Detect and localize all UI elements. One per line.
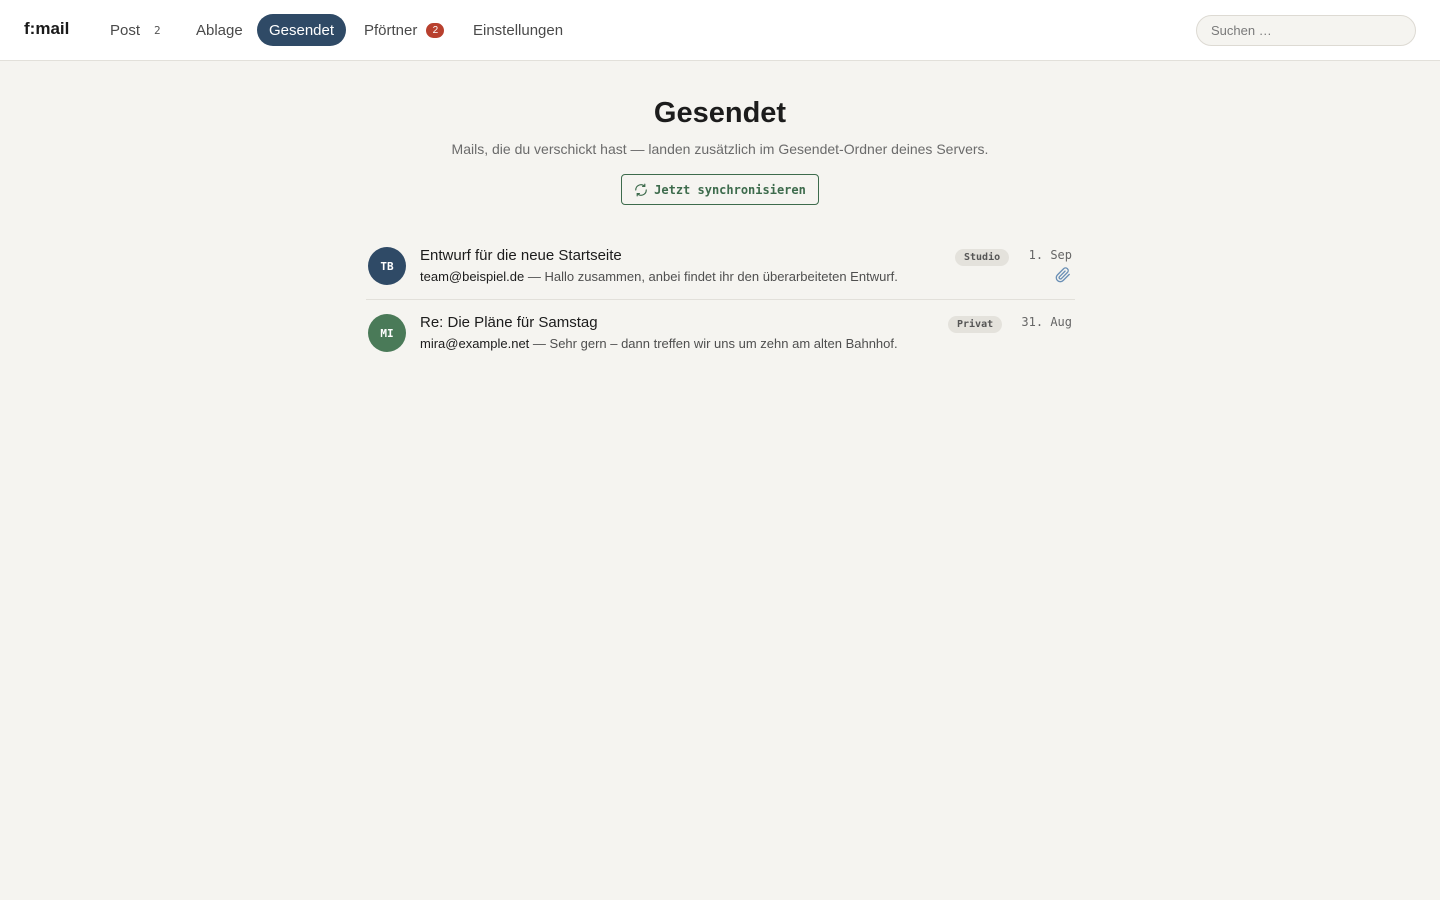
nav-item-ablage[interactable]: Ablage [196,14,243,46]
mail-row[interactable]: MI Re: Die Pläne für Samstag mira@exampl… [366,305,1075,367]
mail-preview: team@beispiel.de — Hallo zusammen, anbei… [420,269,898,285]
nav-item-gesendet[interactable]: Gesendet [257,14,346,46]
nav-item-label: Gesendet [268,21,335,39]
refresh-icon [635,183,647,196]
avatar: TB [368,247,406,285]
pending-badge: 2 [426,22,445,38]
nav-item-label: Ablage [196,21,243,39]
mail-date: 31. Aug [1021,315,1072,329]
nav-item-pfoertner[interactable]: Pförtner 2 [364,14,445,46]
label-tag: Studio [955,249,1010,266]
mail-date: 1. Sep [1028,248,1072,262]
mail-snippet: Hallo zusammen, anbei findet ihr den übe… [544,269,898,284]
mail-subject: Re: Die Pläne für Samstag [420,314,598,331]
nav-item-label: Einstellungen [473,21,564,39]
sync-button[interactable]: Jetzt synchronisieren [621,174,819,205]
nav-item-einstellungen[interactable]: Einstellungen [473,14,563,46]
preview-separator: — [529,336,550,351]
preview-separator: — [524,269,545,284]
sync-button-label: Jetzt synchronisieren [654,182,806,197]
mail-snippet: Sehr gern – dann treffen wir uns um zehn… [549,336,898,351]
top-bar: f:mail Post 2 Ablage Gesendet Pförtner 2… [0,0,1440,61]
mail-recipient: team@beispiel.de [420,269,525,284]
avatar: MI [368,314,406,352]
mail-preview: mira@example.net — Sehr gern – dann tref… [420,336,898,352]
nav-item-label: Pförtner [364,21,418,39]
unread-count: 2 [154,23,161,37]
mail-recipient: mira@example.net [420,336,530,351]
label-tag: Privat [948,316,1003,333]
mail-row[interactable]: TB Entwurf für die neue Startseite team@… [366,238,1075,300]
page-title: Gesendet [653,97,787,129]
search-input[interactable] [1196,15,1416,46]
page-subtitle: Mails, die du verschickt hast — landen z… [451,141,989,157]
mail-subject: Entwurf für die neue Startseite [420,247,622,264]
nav-item-post[interactable]: Post 2 [110,14,161,46]
app-logo[interactable]: f:mail [24,19,69,39]
nav-item-label: Post [110,21,141,39]
paperclip-icon [1055,267,1070,283]
